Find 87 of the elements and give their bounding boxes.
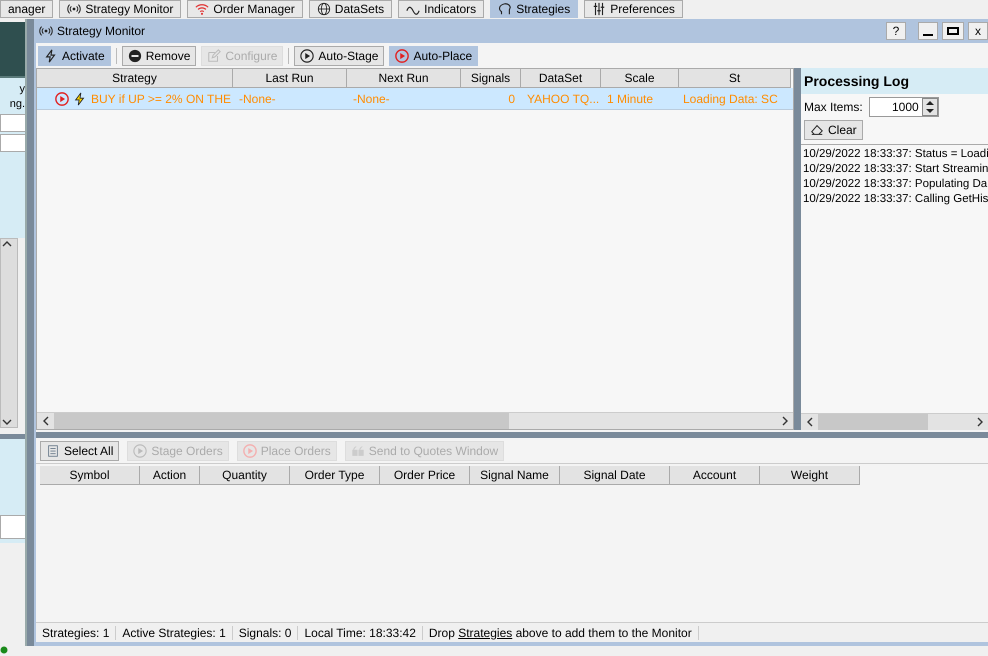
strategies-link[interactable]: Strategies [458,626,512,640]
close-button[interactable]: x [968,22,988,40]
table-cell-text: 1 Minute [607,90,654,108]
splitter-bar[interactable] [36,432,988,438]
help-button[interactable]: ? [886,22,906,40]
bolt-icon [73,92,87,106]
horizontal-scrollbar[interactable] [801,413,988,430]
field-label: Max Items: [804,100,863,114]
column-header[interactable]: St [679,69,791,88]
column-header[interactable]: Signals [461,69,521,88]
column-header[interactable]: Signal Date [560,466,670,485]
splitter-bar[interactable] [794,68,801,430]
play-icon [242,444,257,458]
play-icon [55,92,69,106]
column-header[interactable]: Account [670,466,760,485]
toolbar-button[interactable]: Remove [122,46,196,66]
log-entry: 10/29/2022 18:33:37: Status = Loadi [803,147,986,162]
nav-tab[interactable]: Strategies [490,0,578,18]
table-cell-text: -None- [239,90,276,108]
status-text: Strategies: 1 [36,626,116,640]
column-header[interactable]: Weight [760,466,860,485]
side-header [0,22,25,78]
status-text: Drop Strategies above to add them to the Monitor [422,626,699,640]
bolt-icon [44,48,58,62]
input-field[interactable] [0,114,25,132]
side-note: y ng. [10,82,25,112]
status-text: Signals: 0 [232,626,298,640]
globe-icon [316,2,331,16]
table-cell-text: 0 [508,90,515,108]
toolbar-button[interactable]: Auto-Stage [294,46,384,66]
nav-tab[interactable]: Indicators [398,0,484,18]
column-header[interactable]: Next Run [347,69,461,88]
play-icon [300,48,314,62]
maximize-icon [947,27,959,35]
column-header[interactable]: Last Run [233,69,347,88]
panel-title: Processing Log [801,68,988,94]
edit-icon [207,48,222,62]
nav-tab[interactable]: anager [0,0,54,18]
broadcast-icon [39,24,53,38]
splitter-bar[interactable] [25,19,34,646]
quote-icon [350,444,365,458]
status-text: Active Strategies: 1 [116,626,233,640]
nav-tab[interactable]: Order Manager [187,0,303,18]
head-icon [498,2,512,16]
play-icon [133,444,148,458]
wifi-icon [195,2,210,16]
broadcast-icon [67,2,82,16]
clear-button[interactable]: Clear [804,120,863,140]
number-field[interactable]: 1000 [868,97,939,117]
log-entry: 10/29/2022 18:33:37: Populating Da [803,177,986,192]
log-entry: 10/29/2022 18:33:37: Start Streamin [803,162,986,177]
play-icon [395,48,410,62]
toolbar-button[interactable]: Activate [38,46,111,66]
status-dot-icon [0,646,8,654]
input-field[interactable] [0,515,25,539]
maximize-button[interactable] [942,22,964,40]
column-header[interactable]: Symbol [40,466,140,485]
minimize-button[interactable] [918,22,938,40]
vertical-scrollbar[interactable] [0,238,18,428]
table-cell-text: -None- [353,90,390,108]
horizontal-scrollbar[interactable] [37,412,793,429]
nav-tab[interactable]: Strategy Monitor [59,0,182,18]
column-header[interactable]: Scale [601,69,679,88]
toolbar-button[interactable]: Select All [40,440,120,460]
column-header[interactable]: Signal Name [470,466,560,485]
window-title: Strategy Monitor [57,24,146,38]
toolbar-button[interactable]: Auto-Place [389,46,478,66]
column-header[interactable]: Quantity [200,466,290,485]
table-cell-text: YAHOO TQ... [527,90,600,108]
list-icon [46,444,60,458]
nav-tab[interactable]: Preferences [584,0,683,18]
spinner-arrows-icon [922,98,938,116]
table-cell-text: Loading Data: SC [683,90,778,108]
sliders-icon [592,2,606,16]
nav-tab[interactable]: DataSets [308,0,392,18]
column-header[interactable]: Action [140,466,200,485]
column-header[interactable]: Order Price [380,466,470,485]
column-header[interactable]: DataSet [521,69,601,88]
minimize-icon [923,34,933,36]
minus-circle-icon [128,48,142,62]
table-cell-text: BUY if UP >= 2% ON THE [91,90,232,108]
column-header[interactable]: Strategy [37,69,233,88]
status-text: Local Time: 18:33:42 [298,626,423,640]
column-header[interactable]: Order Type [290,466,380,485]
eraser-icon [810,123,824,137]
input-field[interactable] [0,134,25,152]
log-entry: 10/29/2022 18:33:37: Calling GetHis [803,192,986,207]
